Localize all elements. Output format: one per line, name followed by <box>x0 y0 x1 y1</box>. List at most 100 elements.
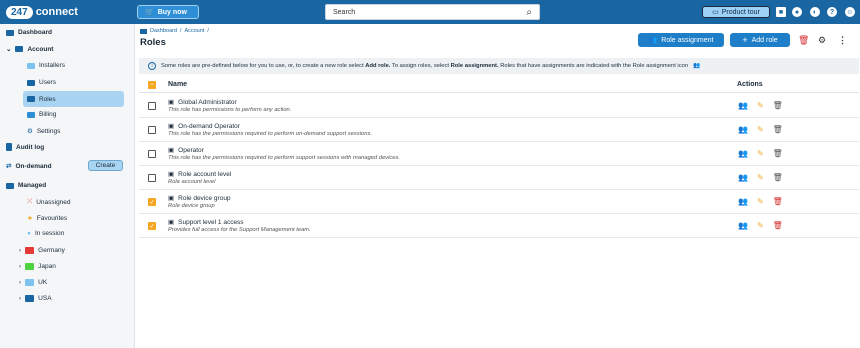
folder-icon <box>25 279 35 286</box>
table-header: − Name Actions <box>139 77 859 93</box>
breadcrumb-separator: / <box>179 28 182 34</box>
product-tour-button[interactable]: ▭ Product tour <box>702 6 770 18</box>
select-all-checkbox[interactable]: − <box>148 81 156 89</box>
edit-icon[interactable]: ✎ <box>757 149 764 158</box>
chevron-right-icon: › <box>19 263 22 270</box>
logo-number: 247 <box>6 5 33 19</box>
sidebar-item-users[interactable]: Users <box>27 79 56 86</box>
more-icon[interactable]: ⋮ <box>838 35 847 46</box>
role-name[interactable]: ▣ On-demand Operator <box>168 122 240 131</box>
role-description: Provides full access for the Support Man… <box>168 227 311 233</box>
role-icon: ▣ <box>168 219 175 226</box>
search-input[interactable]: Search ⌕ <box>325 4 540 20</box>
sidebar-item-favourites[interactable]: ★ Favourites <box>27 214 67 223</box>
role-assignment-icon[interactable]: 👥 <box>738 149 748 158</box>
sidebar-item-label: Japan <box>38 263 56 270</box>
role-name[interactable]: ▣ Role device group <box>168 194 231 203</box>
sidebar-item-billing[interactable]: Billing <box>27 111 56 118</box>
row-actions: 👥 ✎ 🗑 <box>738 125 783 134</box>
role-assignment-icon[interactable]: 👥 <box>738 125 748 134</box>
info-text-part: To assign roles, select <box>390 63 451 69</box>
trash-icon[interactable]: 🗑 <box>773 125 783 134</box>
row-checkbox[interactable] <box>148 102 156 110</box>
breadcrumb-account[interactable]: Account <box>184 28 204 34</box>
table-row[interactable]: ✓ ▣ Support level 1 access Provides full … <box>139 214 859 238</box>
chevron-right-icon: › <box>19 279 22 286</box>
edit-icon[interactable]: ✎ <box>757 173 764 182</box>
search-placeholder: Search <box>333 8 356 16</box>
role-assignment-icon[interactable]: 👥 <box>738 221 748 230</box>
row-checkbox[interactable] <box>148 126 156 134</box>
trash-icon[interactable]: 🗑 <box>773 149 783 158</box>
breadcrumb-dashboard[interactable]: Dashboard <box>150 28 177 34</box>
table-row[interactable]: ▣ Operator This role has the permissions … <box>139 142 859 166</box>
info-text-part: Roles that have assignments are indicate… <box>498 63 689 69</box>
role-assignment-icon[interactable]: 👥 <box>738 101 748 110</box>
sidebar-item-managed[interactable]: Managed <box>6 182 46 189</box>
gear-icon[interactable]: ⚙ <box>818 35 826 46</box>
trash-icon[interactable]: 🗑 <box>773 221 783 230</box>
role-name[interactable]: ▣ Operator <box>168 146 204 155</box>
user-icon[interactable]: ☺ <box>845 7 855 17</box>
app-logo[interactable]: 247 connect <box>6 4 78 20</box>
edit-icon[interactable]: ✎ <box>757 221 764 230</box>
sidebar-item-account[interactable]: ⌄ Account <box>6 45 53 54</box>
sidebar-item-audit-log[interactable]: Audit log <box>6 143 44 151</box>
help-icon[interactable]: ? <box>827 7 837 17</box>
role-assignment-button[interactable]: 👥 Role assignment <box>638 33 724 47</box>
sidebar-item-label: Germany <box>38 247 65 254</box>
role-assignment-icon[interactable]: 👥 <box>738 173 748 182</box>
role-assignment-icon[interactable]: 👥 <box>738 197 748 206</box>
role-description: This role has permissions to perform any… <box>168 107 292 113</box>
add-role-button[interactable]: + Add role <box>730 33 790 47</box>
role-description: This role has the permissions required t… <box>168 131 372 137</box>
theme-icon[interactable]: ◐ <box>810 7 820 17</box>
buy-now-button[interactable]: 🛒 Buy now <box>137 5 199 19</box>
info-role-assignment: Role assignment. <box>450 63 499 69</box>
row-checkbox[interactable]: ✓ <box>148 222 156 230</box>
chat-icon[interactable]: ■ <box>776 7 786 17</box>
role-name[interactable]: ▣ Global Administrator <box>168 98 237 107</box>
sidebar-item-label: Installers <box>39 62 66 69</box>
sidebar-item-roles[interactable]: Roles <box>23 91 124 107</box>
page-title: Roles <box>140 37 166 48</box>
sidebar-item-unassigned[interactable]: ⤫ Unassigned <box>27 198 71 206</box>
sidebar-item-label: On-demand <box>15 162 52 170</box>
trash-icon[interactable]: 🗑 <box>798 35 809 46</box>
swap-icon: ⇄ <box>6 163 12 170</box>
table-row[interactable]: ▣ On-demand Operator This role has the pe… <box>139 118 859 142</box>
role-name[interactable]: ▣ Role account level <box>168 170 231 179</box>
role-icon: ▣ <box>168 171 175 178</box>
search-icon: ⌕ <box>526 6 532 18</box>
create-button[interactable]: Create <box>88 160 123 171</box>
sidebar-item-settings[interactable]: ⚙ Settings <box>27 127 60 136</box>
folder-icon <box>25 263 35 270</box>
sidebar-item-on-demand[interactable]: ⇄ On-demand <box>6 162 52 171</box>
row-checkbox[interactable] <box>148 174 156 182</box>
sidebar-group-japan[interactable]: › Japan <box>19 263 56 270</box>
trash-icon[interactable]: 🗑 <box>773 197 783 206</box>
sidebar-item-label: Managed <box>18 182 47 189</box>
sidebar-item-installers[interactable]: Installers <box>27 62 65 69</box>
trash-icon[interactable]: 🗑 <box>773 173 783 182</box>
table-row[interactable]: ▣ Global Administrator This role has perm… <box>139 94 859 118</box>
sidebar-group-uk[interactable]: › UK <box>19 279 47 286</box>
trash-icon[interactable]: 🗑 <box>773 101 783 110</box>
role-name[interactable]: ▣ Support level 1 access <box>168 218 244 227</box>
installers-icon <box>27 62 35 69</box>
sidebar-item-in-session[interactable]: ● In session <box>27 230 64 237</box>
roles-icon <box>27 96 35 102</box>
edit-icon[interactable]: ✎ <box>757 125 764 134</box>
sidebar-item-label: Dashboard <box>18 29 52 36</box>
edit-icon[interactable]: ✎ <box>757 197 764 206</box>
add-role-label: Add role <box>751 36 778 44</box>
sidebar-item-dashboard[interactable]: Dashboard <box>6 29 52 36</box>
edit-icon[interactable]: ✎ <box>757 101 764 110</box>
sidebar-group-germany[interactable]: › Germany <box>19 247 65 254</box>
row-checkbox[interactable]: ✓ <box>148 198 156 206</box>
table-row[interactable]: ▣ Role account level Role account level 👥… <box>139 166 859 190</box>
sidebar-group-usa[interactable]: › USA <box>19 295 52 302</box>
status-icon[interactable]: ● <box>792 7 802 17</box>
row-checkbox[interactable] <box>148 150 156 158</box>
table-row[interactable]: ✓ ▣ Role device group Role device group 👥… <box>139 190 859 214</box>
